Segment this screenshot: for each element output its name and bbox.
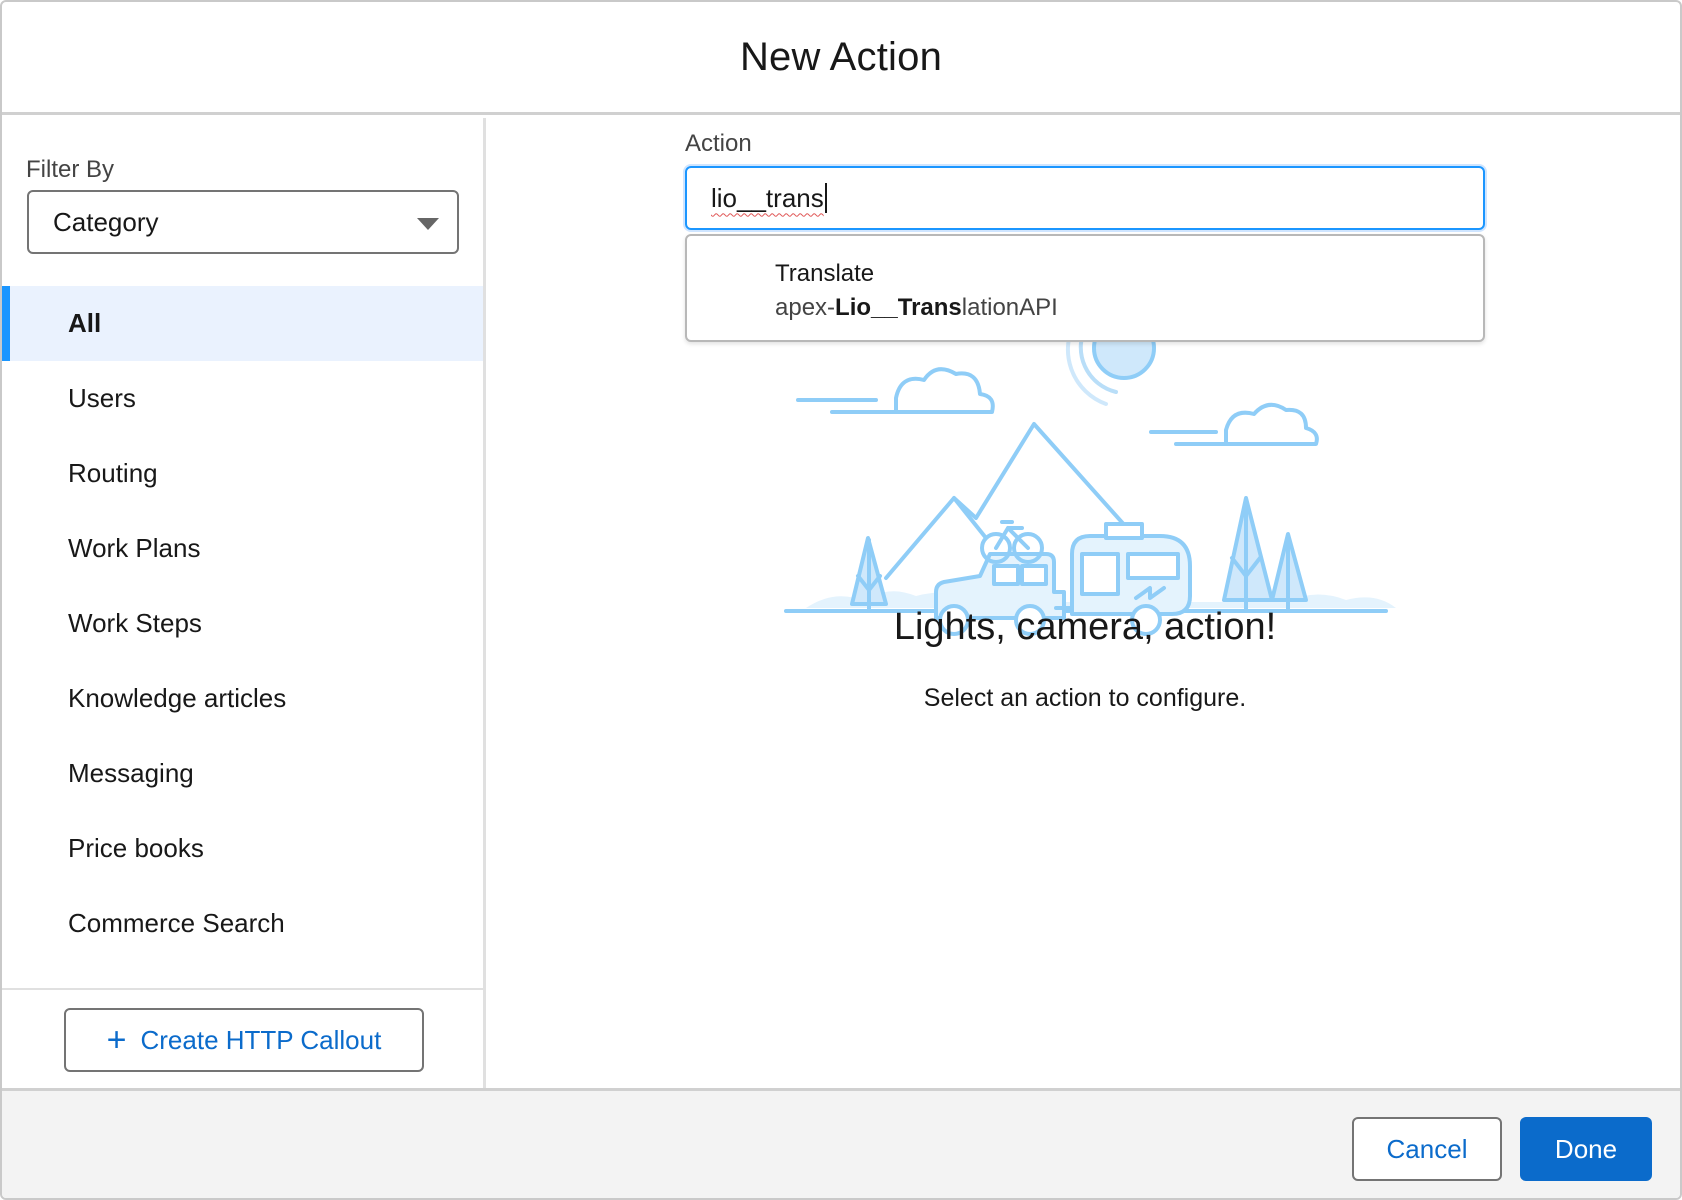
sidebar-item-label: Work Steps: [68, 608, 202, 638]
suggestion-api-match: Lio__Trans: [835, 294, 962, 321]
sidebar-item-label: Price books: [68, 833, 204, 863]
action-input-value: lio__trans: [711, 182, 824, 213]
sidebar-item-users[interactable]: Users: [2, 361, 483, 436]
action-search-input[interactable]: lio__trans: [685, 166, 1485, 230]
filter-select-value: Category: [53, 206, 159, 237]
sidebar-item-label: Routing: [68, 458, 158, 488]
sidebar-item-commerce-search[interactable]: Commerce Search: [2, 886, 483, 961]
modal-footer: Cancel Done: [2, 1088, 1680, 1198]
sidebar-item-work-steps[interactable]: Work Steps: [2, 586, 483, 661]
plus-icon: +: [106, 1021, 127, 1059]
new-action-modal: New Action Filter By Category All Users …: [0, 0, 1682, 1200]
done-button[interactable]: Done: [1520, 1117, 1652, 1181]
text-cursor: [824, 183, 827, 213]
empty-state-title: Lights, camera, action!: [893, 606, 1277, 648]
create-http-callout-button[interactable]: + Create HTTP Callout: [64, 1008, 424, 1072]
sidebar-item-label: Users: [68, 383, 136, 413]
suggestion-api-suffix: lationAPI: [961, 294, 1058, 321]
sidebar-item-label: Commerce Search: [68, 908, 285, 938]
cloud-icon: [894, 367, 995, 414]
empty-state-description: Select an action to configure.: [923, 684, 1247, 712]
sidebar-item-label: Messaging: [68, 758, 194, 788]
category-nav: All Users Routing Work Plans Work Steps …: [2, 286, 483, 961]
filter-sidebar: Filter By Category All Users Routing Wor…: [2, 118, 486, 1088]
sidebar-item-knowledge-articles[interactable]: Knowledge articles: [2, 661, 483, 736]
suggestion-api-prefix: apex-: [775, 294, 836, 321]
sidebar-item-work-plans[interactable]: Work Plans: [2, 511, 483, 586]
cancel-button[interactable]: Cancel: [1352, 1117, 1502, 1181]
modal-header: New Action: [2, 2, 1680, 115]
action-suggestions-dropdown: Translate apex-Lio__TranslationAPI: [685, 234, 1485, 342]
sidebar-item-messaging[interactable]: Messaging: [2, 736, 483, 811]
create-http-callout-label: Create HTTP Callout: [140, 1024, 382, 1055]
suggestion-title: Translate: [775, 260, 875, 287]
main-panel: Action lio__trans Translate apex-Lio__Tr…: [486, 118, 1680, 1088]
filter-by-label: Filter By: [26, 156, 115, 183]
sidebar-item-label: All: [68, 308, 102, 338]
sidebar-item-label: Work Plans: [68, 533, 201, 563]
sidebar-item-label: Knowledge articles: [68, 683, 287, 713]
suggestion-api-name: apex-Lio__TranslationAPI: [775, 294, 1058, 322]
action-field-label: Action: [685, 130, 752, 157]
sidebar-item-routing[interactable]: Routing: [2, 436, 483, 511]
sidebar-item-price-books[interactable]: Price books: [2, 811, 483, 886]
chevron-down-icon: [417, 218, 439, 230]
sidebar-footer: + Create HTTP Callout: [2, 988, 483, 1088]
sidebar-item-all[interactable]: All: [2, 286, 483, 361]
filter-category-select[interactable]: Category: [27, 190, 459, 254]
modal-title: New Action: [739, 34, 943, 79]
